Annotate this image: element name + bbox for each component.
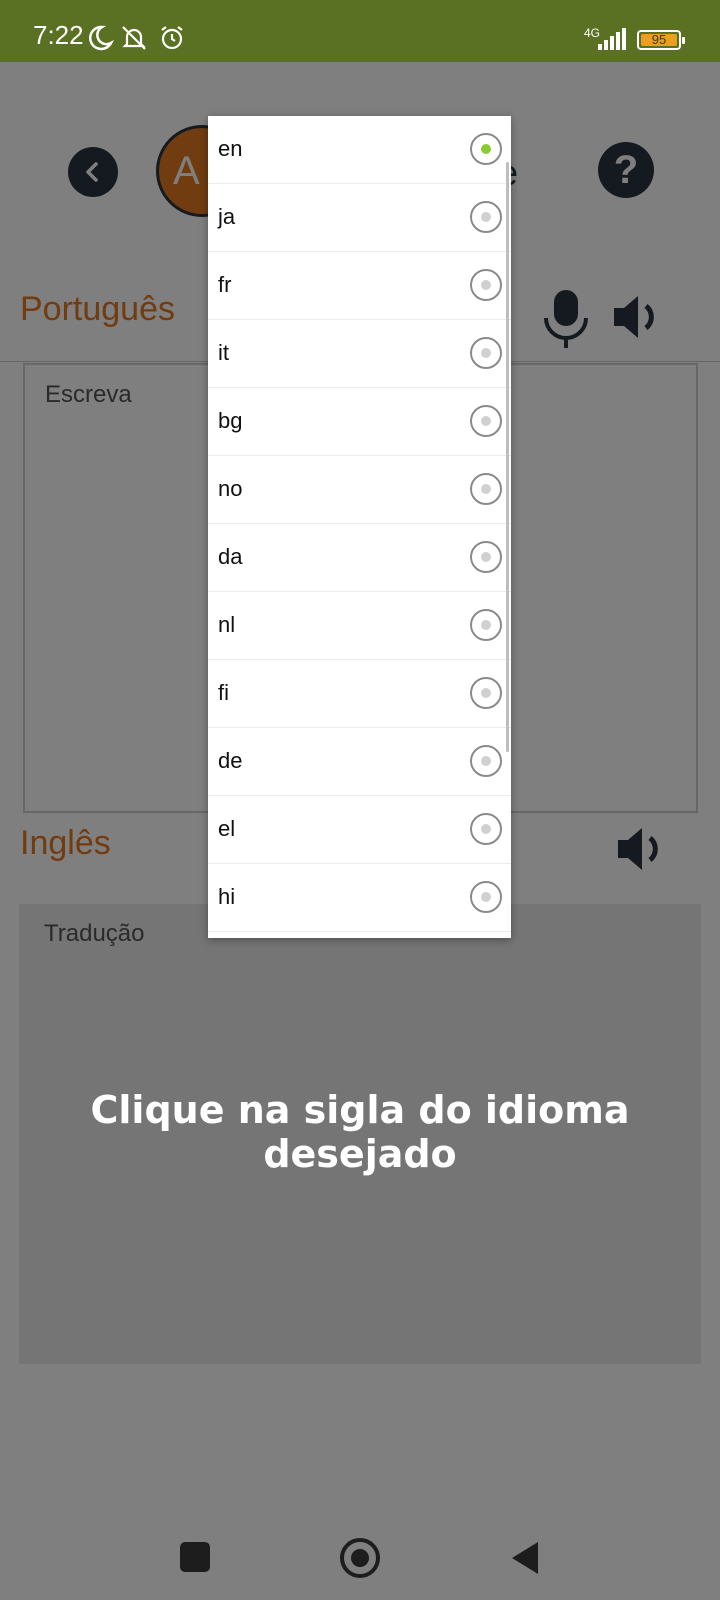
radio-dot-icon xyxy=(481,416,491,426)
language-option-da[interactable]: da xyxy=(208,524,511,592)
language-option-fi[interactable]: fi xyxy=(208,660,511,728)
signal-icon xyxy=(598,28,626,50)
radio-button[interactable] xyxy=(470,201,502,233)
moon-icon xyxy=(88,25,114,51)
radio-dot-icon xyxy=(481,212,491,222)
battery-icon: 95 xyxy=(637,30,685,50)
radio-dot-icon xyxy=(481,144,491,154)
radio-dot-icon xyxy=(481,892,491,902)
language-option-label: en xyxy=(218,136,243,161)
radio-dot-icon xyxy=(481,348,491,358)
language-option-it[interactable]: it xyxy=(208,320,511,388)
radio-button[interactable] xyxy=(470,337,502,369)
language-option-label: da xyxy=(218,544,243,569)
language-dropdown[interactable]: en ja fr it bg no da nl fi de el hi xyxy=(208,116,511,938)
radio-button[interactable] xyxy=(470,881,502,913)
language-option-label: fr xyxy=(218,272,232,297)
language-option-label: nl xyxy=(218,612,236,637)
radio-button[interactable] xyxy=(470,405,502,437)
language-option-label: el xyxy=(218,816,236,841)
status-time: 7:22 xyxy=(33,20,84,50)
status-bar: 7:22 4G 95 xyxy=(0,0,720,62)
radio-button[interactable] xyxy=(470,541,502,573)
radio-dot-icon xyxy=(481,688,491,698)
radio-dot-icon xyxy=(481,552,491,562)
bell-off-icon xyxy=(122,26,146,50)
language-option-hi[interactable]: hi xyxy=(208,864,511,932)
language-option-label: bg xyxy=(218,408,243,433)
language-option-label: it xyxy=(218,340,229,365)
scrollbar[interactable] xyxy=(506,162,509,752)
language-option-no[interactable]: no xyxy=(208,456,511,524)
radio-button[interactable] xyxy=(470,269,502,301)
language-option-label: de xyxy=(218,748,243,773)
language-option-label: no xyxy=(218,476,243,501)
language-option-label: hi xyxy=(218,884,236,909)
radio-dot-icon xyxy=(481,756,491,766)
language-option-el[interactable]: el xyxy=(208,796,511,864)
radio-button[interactable] xyxy=(470,677,502,709)
recents-button[interactable] xyxy=(180,1542,210,1572)
language-option-ja[interactable]: ja xyxy=(208,184,511,252)
radio-button[interactable] xyxy=(470,133,502,165)
language-option-fr[interactable]: fr xyxy=(208,252,511,320)
radio-dot-icon xyxy=(481,620,491,630)
language-option-label: ja xyxy=(218,204,236,229)
radio-dot-icon xyxy=(481,824,491,834)
radio-dot-icon xyxy=(481,280,491,290)
language-option-nl[interactable]: nl xyxy=(208,592,511,660)
radio-button[interactable] xyxy=(470,745,502,777)
language-option-label: fi xyxy=(218,680,229,705)
alarm-icon xyxy=(161,26,183,50)
radio-button[interactable] xyxy=(470,813,502,845)
radio-dot-icon xyxy=(481,484,491,494)
language-option-de[interactable]: de xyxy=(208,728,511,796)
radio-button[interactable] xyxy=(470,609,502,641)
instruction-text: Clique na sigla do idioma desejado xyxy=(90,1088,630,1176)
home-button[interactable] xyxy=(340,1538,380,1578)
language-list: en ja fr it bg no da nl fi de el hi xyxy=(208,116,511,932)
language-option-en[interactable]: en xyxy=(208,116,511,184)
nav-back-icon[interactable] xyxy=(508,1540,540,1576)
radio-button[interactable] xyxy=(470,473,502,505)
language-option-bg[interactable]: bg xyxy=(208,388,511,456)
battery-level: 95 xyxy=(641,33,677,46)
